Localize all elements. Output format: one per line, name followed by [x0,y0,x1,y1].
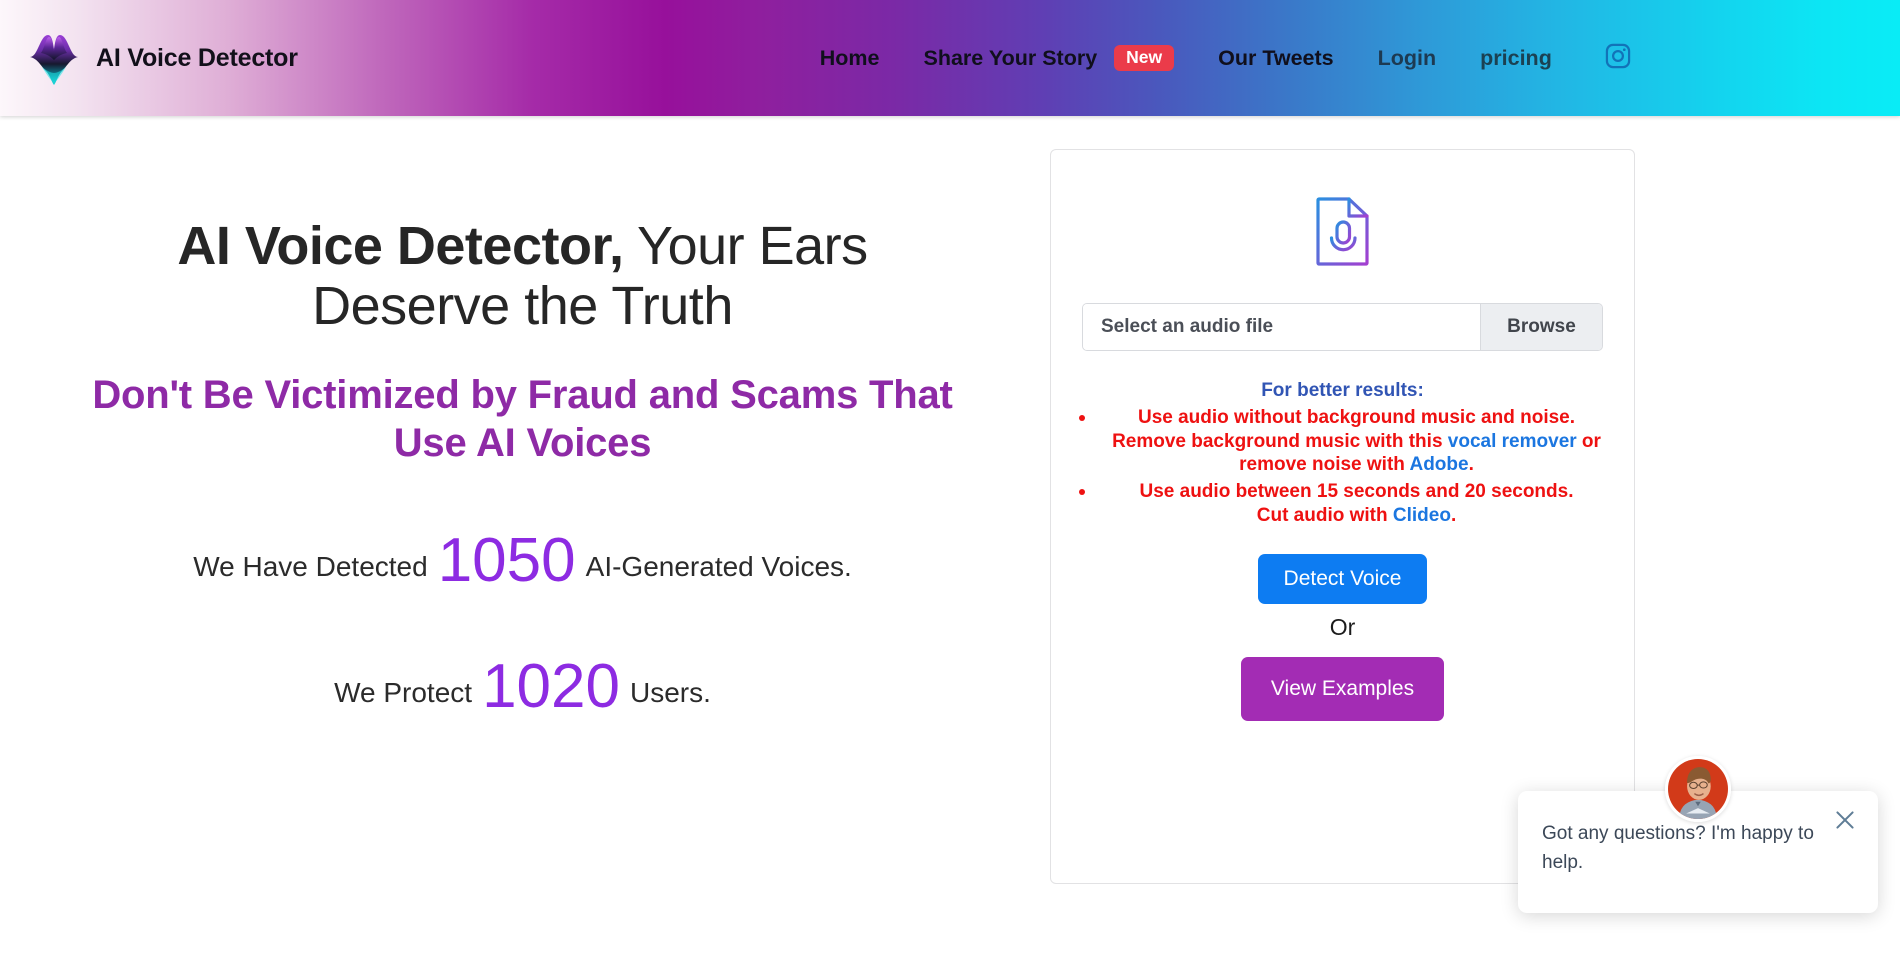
tips-heading: For better results: [1261,380,1424,401]
page-subtitle: Don't Be Victimized by Fraud and Scams T… [92,372,953,465]
audio-file-microphone-icon [1051,195,1634,267]
brand[interactable]: AI Voice Detector [28,27,298,89]
browse-button[interactable]: Browse [1480,304,1602,350]
card-actions: Detect Voice Or View Examples [1051,553,1634,721]
detect-voice-button[interactable]: Detect Voice [1257,553,1428,604]
stat-number: 1050 [437,525,576,595]
stat-prefix: We Protect [334,676,473,708]
page-title: AI Voice Detector, Your Ears Deserve the… [103,216,943,337]
file-input[interactable]: Select an audio file [1083,304,1480,350]
adobe-link[interactable]: Adobe [1409,454,1468,475]
nav-link-label[interactable]: Share Your Story [924,46,1098,71]
clideo-link[interactable]: Clideo [1393,505,1451,526]
waveform-logo-icon [28,27,80,89]
vocal-remover-link[interactable]: vocal remover [1448,431,1577,452]
stat-detected: We Have Detected 1050 AI-Generated Voice… [0,525,1045,591]
tip-line-1: Use audio between 15 seconds and 20 seco… [1139,481,1574,502]
nav-item-our-tweets[interactable]: Our Tweets [1218,46,1334,71]
site-header: AI Voice Detector Home Share Your Story … [0,0,1900,116]
tips-list: Use audio without background music and n… [1069,405,1616,528]
nav-item-pricing[interactable]: pricing [1480,46,1552,71]
page-title-strong: AI Voice Detector, [177,216,624,276]
brand-name: AI Voice Detector [96,43,298,72]
upload-card: Select an audio file Browse For better r… [1050,149,1635,884]
chat-message: Got any questions? I'm happy to help. [1542,823,1814,874]
nav-item-home[interactable]: Home [820,46,880,71]
tips-block: For better results: Use audio without ba… [1051,379,1634,528]
hero-section: AI Voice Detector, Your Ears Deserve the… [0,116,1045,717]
file-picker[interactable]: Select an audio file Browse [1082,303,1603,351]
nav-link-label[interactable]: Home [820,46,880,71]
nav-link-label[interactable]: pricing [1480,46,1552,71]
nav-item-share-your-story[interactable]: Share Your Story New [924,44,1175,72]
tip-item-2: Use audio between 15 seconds and 20 seco… [1097,479,1616,528]
main-nav: Home Share Your Story New Our Tweets Log… [820,42,1632,75]
nav-link-label[interactable]: Our Tweets [1218,46,1334,71]
stat-suffix: AI-Generated Voices. [585,550,852,582]
tip-line-2-post: . [1450,504,1457,526]
nav-item-login[interactable]: Login [1378,46,1437,71]
stat-users: We Protect 1020 Users. [0,651,1045,717]
tip-line-2-pre: Remove background music with this [1112,430,1448,452]
tip-line-2-pre: Cut audio with [1256,504,1393,526]
badge-new[interactable]: New [1114,44,1175,72]
stat-suffix: Users. [630,676,711,708]
view-examples-button[interactable]: View Examples [1240,656,1445,721]
support-agent-avatar[interactable] [1665,756,1731,822]
close-icon[interactable] [1832,807,1858,833]
main-content: AI Voice Detector, Your Ears Deserve the… [0,116,1900,962]
stat-prefix: We Have Detected [193,550,428,582]
tip-line-2-post: . [1468,454,1474,476]
tip-item-1: Use audio without background music and n… [1097,405,1616,477]
instagram-icon[interactable] [1604,42,1632,75]
stat-number: 1020 [482,651,620,721]
tip-line-1: Use audio without background music and n… [1137,406,1576,428]
nav-link-label[interactable]: Login [1378,46,1437,71]
or-separator: Or [1329,613,1356,640]
